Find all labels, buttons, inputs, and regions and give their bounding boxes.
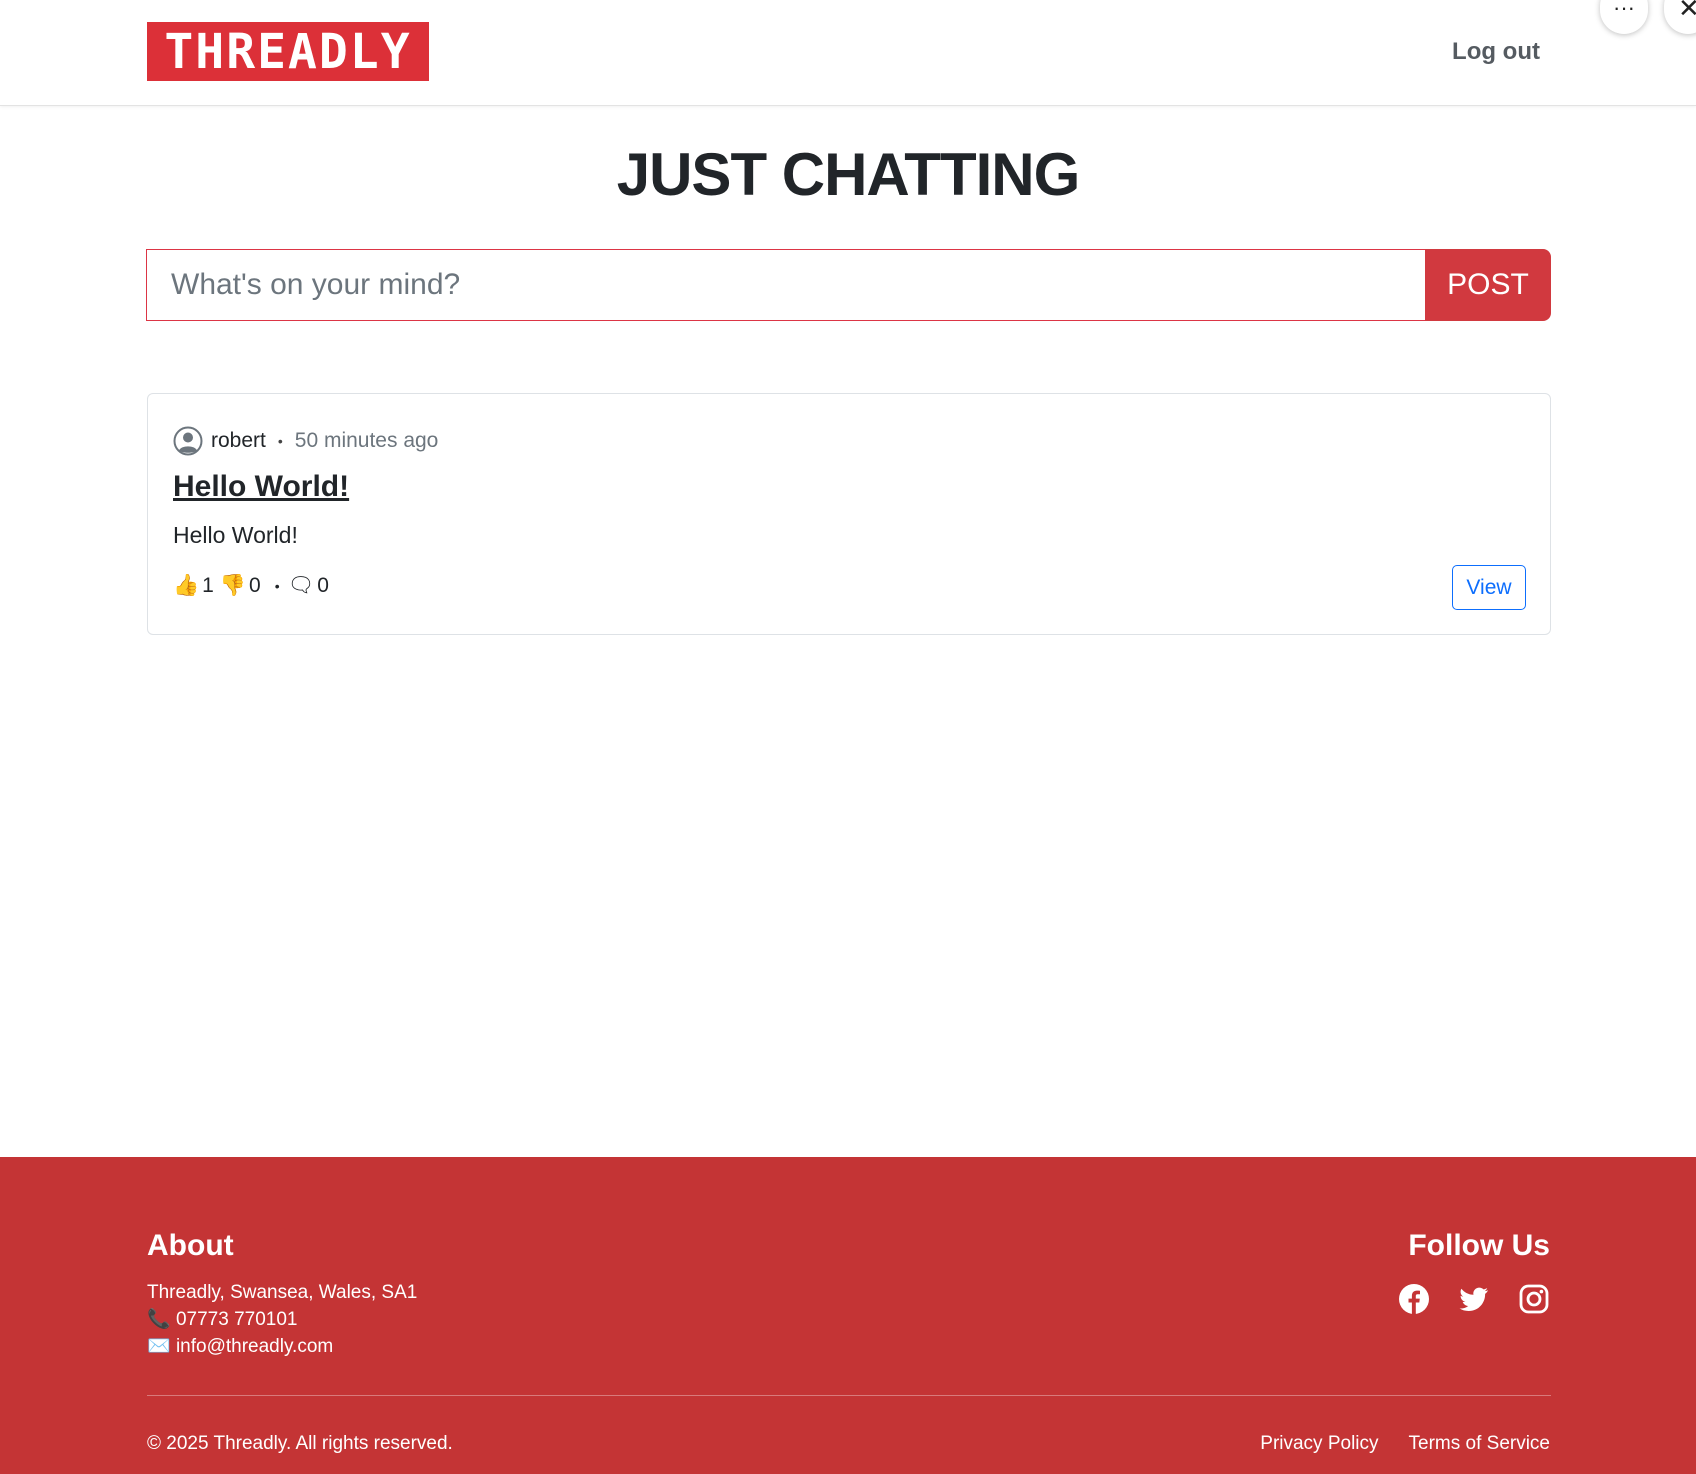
post-time: 50 minutes ago [294, 429, 439, 452]
ellipsis-icon[interactable]: ··· [1600, 0, 1648, 34]
social-links [1398, 1283, 1550, 1315]
dislike-count: 0 [249, 574, 261, 597]
post-title-link[interactable]: Hello World! [173, 470, 349, 504]
post-meta: robert • 50 minutes ago [173, 426, 438, 456]
email-text[interactable]: info@threadly.com [176, 1336, 333, 1357]
email-line: ✉️ info@threadly.com [147, 1333, 417, 1360]
address-text: Threadly, Swansea, Wales, SA1 [147, 1282, 418, 1303]
close-icon[interactable]: ✕ [1664, 0, 1696, 34]
footer: About Threadly, Swansea, Wales, SA1 📞 07… [0, 1157, 1696, 1474]
comment-count: 0 [317, 574, 329, 597]
terms-of-service-link[interactable]: Terms of Service [1409, 1433, 1550, 1455]
post-card: robert • 50 minutes ago Hello World! Hel… [147, 393, 1551, 635]
comment-bubble-icon: 🗨 [287, 574, 315, 597]
footer-links: Privacy Policy Terms of Service [1260, 1433, 1550, 1455]
follow-us-heading: Follow Us [1408, 1229, 1550, 1262]
view-post-button[interactable]: View [1452, 565, 1526, 610]
facebook-icon[interactable] [1398, 1283, 1430, 1315]
page-title: JUST CHATTING [616, 141, 1081, 208]
about-contact: Threadly, Swansea, Wales, SA1 📞 07773 77… [147, 1279, 417, 1360]
logout-link[interactable]: Log out [1452, 38, 1540, 66]
post-button[interactable]: POST [1425, 249, 1551, 321]
page: THREADLY Log out ··· ✕ JUST CHATTING POS… [0, 0, 1696, 1474]
instagram-icon[interactable] [1518, 1283, 1550, 1315]
post-author[interactable]: robert [211, 429, 266, 453]
like-count: 1 [202, 574, 214, 597]
twitter-icon[interactable] [1458, 1283, 1490, 1315]
phone-line: 📞 07773 770101 [147, 1306, 417, 1333]
thumbs-up-icon[interactable]: 👍 [173, 574, 199, 598]
post-input[interactable] [146, 249, 1425, 321]
privacy-policy-link[interactable]: Privacy Policy [1260, 1433, 1378, 1455]
envelope-icon: ✉️ [147, 1336, 171, 1357]
post-body: Hello World! [173, 522, 298, 548]
new-post-form: POST [146, 249, 1551, 321]
copyright-text: © 2025 Threadly. All rights reserved. [147, 1433, 453, 1454]
user-avatar-icon [173, 426, 203, 456]
threadly-logo[interactable]: THREADLY [147, 22, 429, 81]
about-heading: About [147, 1229, 234, 1262]
phone-text: 07773 770101 [175, 1309, 298, 1330]
meta-separator: • [277, 433, 283, 449]
footer-divider [147, 1395, 1551, 1396]
phone-icon: 📞 [147, 1309, 171, 1330]
top-navbar: THREADLY Log out ··· ✕ [0, 0, 1696, 106]
post-stats: 👍 1 👎 0 • 🗨 0 [173, 574, 335, 598]
stats-separator: • [274, 578, 280, 594]
thumbs-down-icon[interactable]: 👎 [220, 574, 246, 598]
